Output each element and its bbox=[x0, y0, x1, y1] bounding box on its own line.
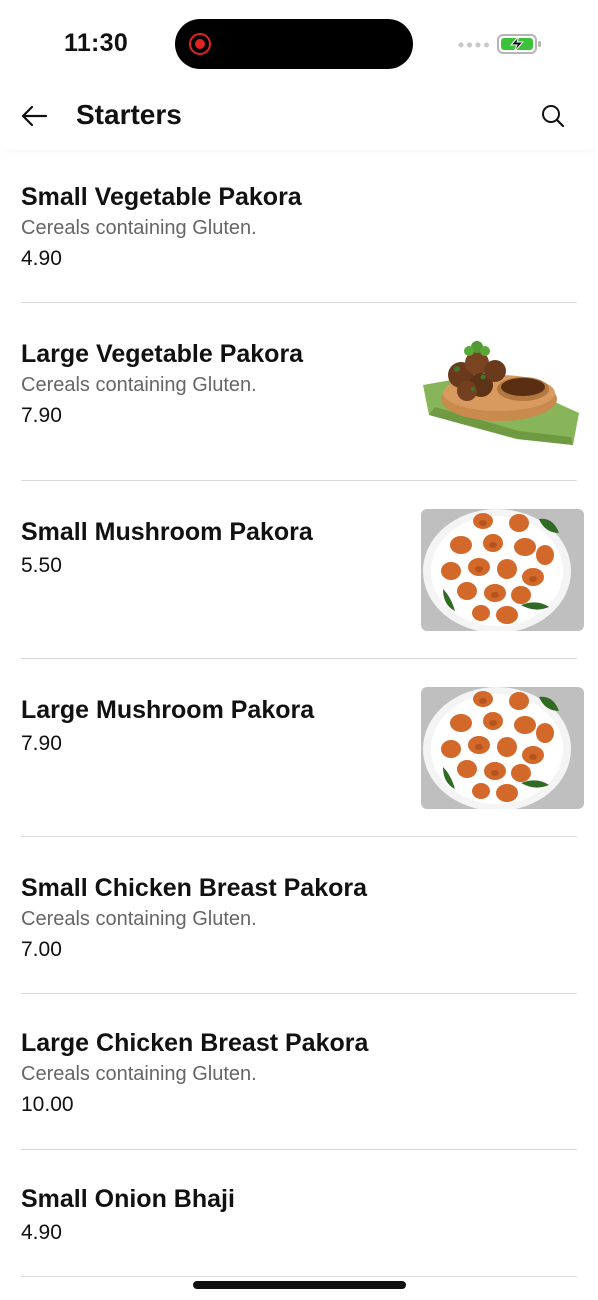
home-indicator[interactable] bbox=[193, 1281, 406, 1289]
menu-item[interactable]: Small Onion Bhaji 4.90 bbox=[21, 1150, 577, 1277]
dynamic-island bbox=[175, 19, 413, 69]
menu-item-name: Small Onion Bhaji bbox=[21, 1185, 235, 1213]
menu-item-text: Large Chicken Breast Pakora Cereals cont… bbox=[21, 1028, 411, 1118]
search-button[interactable] bbox=[534, 98, 572, 134]
page-title: Starters bbox=[76, 99, 182, 130]
arrow-left-icon bbox=[21, 105, 48, 127]
menu-list: Small Vegetable Pakora Cereals containin… bbox=[21, 150, 584, 1277]
menu-item-price: 5.50 bbox=[21, 554, 62, 577]
menu-item-text: Large Vegetable Pakora Cereals containin… bbox=[21, 339, 411, 429]
menu-item-text: Small Chicken Breast Pakora Cereals cont… bbox=[21, 873, 411, 963]
search-icon bbox=[542, 105, 565, 128]
menu-item[interactable]: Large Vegetable Pakora Cereals containin… bbox=[21, 303, 584, 481]
menu-item-allergen: Cereals containing Gluten. bbox=[21, 1063, 257, 1085]
menu-item-text: Small Vegetable Pakora Cereals containin… bbox=[21, 182, 411, 272]
menu-item-allergen: Cereals containing Gluten. bbox=[21, 217, 257, 239]
screen-recording-icon bbox=[189, 33, 211, 55]
menu-item-text: Small Mushroom Pakora 5.50 bbox=[21, 517, 411, 579]
pakora-bowl-photo bbox=[421, 333, 584, 455]
status-bar: 11:30 bbox=[0, 0, 598, 84]
battery-charging-icon bbox=[497, 34, 541, 54]
menu-item-name: Small Chicken Breast Pakora bbox=[21, 874, 367, 902]
menu-item-price: 4.90 bbox=[21, 1221, 62, 1244]
menu-item-text: Small Onion Bhaji 4.90 bbox=[21, 1184, 411, 1246]
menu-item[interactable]: Small Chicken Breast Pakora Cereals cont… bbox=[21, 837, 577, 994]
menu-item-price: 10.00 bbox=[21, 1093, 74, 1116]
menu-item-name: Large Chicken Breast Pakora bbox=[21, 1029, 369, 1057]
menu-item[interactable]: Large Mushroom Pakora 7.90 bbox=[21, 659, 584, 837]
menu-item-allergen: Cereals containing Gluten. bbox=[21, 374, 257, 396]
status-time: 11:30 bbox=[64, 29, 129, 57]
menu-item-name: Large Mushroom Pakora bbox=[21, 696, 315, 724]
menu-item-price: 7.90 bbox=[21, 732, 62, 755]
menu-item-name: Small Mushroom Pakora bbox=[21, 518, 313, 546]
back-button[interactable] bbox=[14, 98, 54, 134]
menu-item[interactable]: Large Chicken Breast Pakora Cereals cont… bbox=[21, 994, 577, 1150]
menu-item[interactable]: Small Mushroom Pakora 5.50 bbox=[21, 481, 584, 659]
header: Starters bbox=[0, 84, 598, 150]
menu-item-text: Large Mushroom Pakora 7.90 bbox=[21, 695, 411, 757]
cellular-signal-icon bbox=[458, 42, 489, 48]
mushroom-pakora-plate-photo bbox=[421, 687, 584, 809]
menu-item-price: 7.90 bbox=[21, 404, 62, 427]
menu-item-name: Small Vegetable Pakora bbox=[21, 183, 302, 211]
menu-item-name: Large Vegetable Pakora bbox=[21, 340, 304, 368]
menu-item-price: 4.90 bbox=[21, 247, 62, 270]
mushroom-pakora-plate-photo bbox=[421, 509, 584, 631]
menu-item[interactable]: Small Vegetable Pakora Cereals containin… bbox=[21, 150, 577, 303]
menu-item-price: 7.00 bbox=[21, 938, 62, 961]
menu-item-allergen: Cereals containing Gluten. bbox=[21, 908, 257, 930]
